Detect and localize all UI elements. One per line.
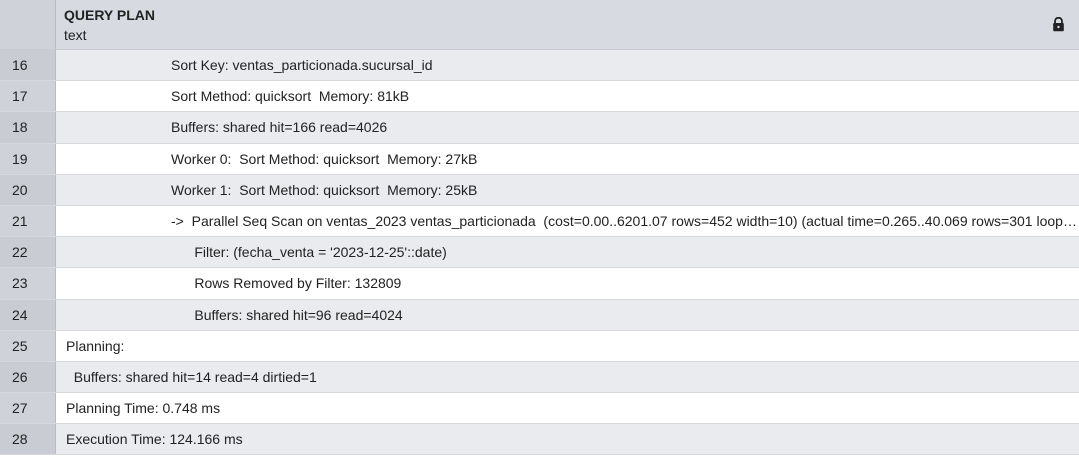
query-plan-cell[interactable]: Filter: (fecha_venta = '2023-12-25'::dat… xyxy=(56,237,1079,268)
query-plan-cell[interactable]: Sort Method: quicksort Memory: 81kB xyxy=(56,81,1079,112)
grid-body: 16 Sort Key: ventas_particionada.sucursa… xyxy=(0,50,1079,456)
table-row[interactable]: 19 Worker 0: Sort Method: quicksort Memo… xyxy=(0,143,1079,175)
row-number[interactable]: 28 xyxy=(0,424,56,455)
row-number[interactable]: 18 xyxy=(0,112,56,143)
table-row[interactable]: 28 Execution Time: 124.166 ms xyxy=(0,424,1079,456)
table-row[interactable]: 24 Buffers: shared hit=96 read=4024 xyxy=(0,299,1079,331)
row-number[interactable]: 23 xyxy=(0,268,56,299)
table-row[interactable]: 17 Sort Method: quicksort Memory: 81kB xyxy=(0,81,1079,113)
lock-icon xyxy=(1053,17,1064,32)
query-plan-cell[interactable]: Sort Key: ventas_particionada.sucursal_i… xyxy=(56,50,1079,81)
query-plan-cell[interactable]: Worker 1: Sort Method: quicksort Memory:… xyxy=(56,174,1079,205)
column-title: QUERY PLAN xyxy=(64,7,156,23)
table-row[interactable]: 18 Buffers: shared hit=166 read=4026 xyxy=(0,112,1079,144)
query-plan-cell[interactable]: Buffers: shared hit=14 read=4 dirtied=1 xyxy=(56,361,1079,393)
row-number[interactable]: 24 xyxy=(0,299,56,330)
table-row[interactable]: 20 Worker 1: Sort Method: quicksort Memo… xyxy=(0,174,1079,206)
table-row[interactable]: 25 Planning: xyxy=(0,330,1079,362)
query-plan-cell[interactable]: Buffers: shared hit=96 read=4024 xyxy=(56,299,1079,330)
table-row[interactable]: 16 Sort Key: ventas_particionada.sucursa… xyxy=(0,50,1079,82)
row-number[interactable]: 21 xyxy=(0,205,56,237)
table-row[interactable]: 26 Buffers: shared hit=14 read=4 dirtied… xyxy=(0,361,1079,394)
row-number-header[interactable] xyxy=(0,0,56,49)
row-number[interactable]: 27 xyxy=(0,393,56,424)
row-number[interactable]: 16 xyxy=(0,50,56,81)
query-plan-cell[interactable]: Planning Time: 0.748 ms xyxy=(56,393,1079,424)
table-row[interactable]: 21 -> Parallel Seq Scan on ventas_2023 v… xyxy=(0,205,1079,238)
column-header-query-plan[interactable]: QUERY PLAN text xyxy=(56,0,1079,49)
row-number[interactable]: 19 xyxy=(0,143,56,174)
table-row[interactable]: 27 Planning Time: 0.748 ms xyxy=(0,393,1079,425)
query-plan-cell[interactable]: -> Parallel Seq Scan on ventas_2023 vent… xyxy=(56,205,1079,237)
query-plan-cell[interactable]: Buffers: shared hit=166 read=4026 xyxy=(56,112,1079,143)
row-number[interactable]: 20 xyxy=(0,174,56,205)
query-plan-cell[interactable]: Rows Removed by Filter: 132809 xyxy=(56,268,1079,299)
table-row[interactable]: 22 Filter: (fecha_venta = '2023-12-25'::… xyxy=(0,237,1079,269)
row-number[interactable]: 25 xyxy=(0,330,56,361)
table-row[interactable]: 23 Rows Removed by Filter: 132809 xyxy=(0,268,1079,300)
query-plan-cell[interactable]: Worker 0: Sort Method: quicksort Memory:… xyxy=(56,143,1079,174)
query-plan-cell[interactable]: Execution Time: 124.166 ms xyxy=(56,424,1079,455)
query-plan-cell[interactable]: Planning: xyxy=(56,330,1079,361)
row-number[interactable]: 17 xyxy=(0,81,56,112)
row-number[interactable]: 26 xyxy=(0,361,56,393)
column-type: text xyxy=(64,27,87,43)
grid-header: QUERY PLAN text xyxy=(0,0,1079,50)
query-results-grid: QUERY PLAN text 16 Sort Key: ventas_part… xyxy=(0,0,1079,459)
row-number[interactable]: 22 xyxy=(0,237,56,268)
